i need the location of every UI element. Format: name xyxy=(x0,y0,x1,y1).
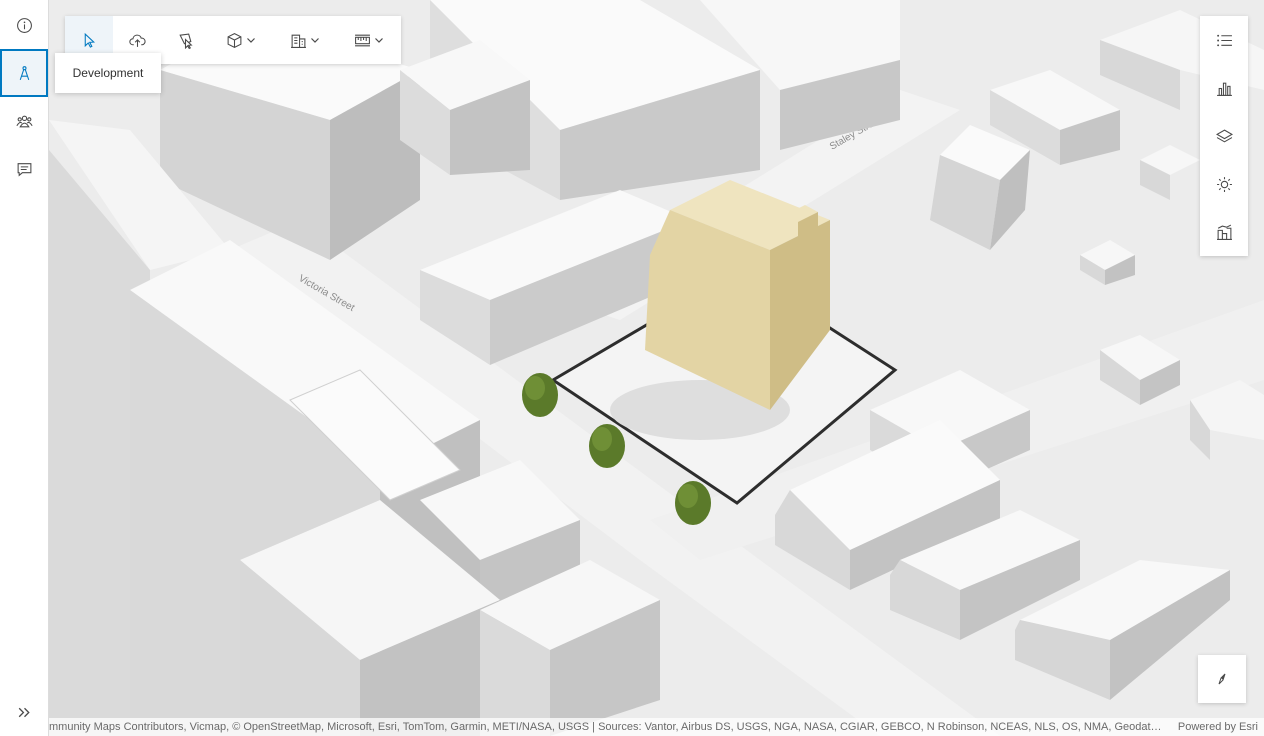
tree xyxy=(522,373,558,417)
create-volume-dropdown[interactable] xyxy=(209,16,273,64)
chevron-down-icon xyxy=(311,38,319,43)
cube-icon xyxy=(227,32,242,48)
scene-3d: Staley Street Victoria Street xyxy=(49,0,1264,736)
tree xyxy=(675,481,711,525)
measure-dropdown[interactable] xyxy=(337,16,401,64)
development-tooltip: Development xyxy=(55,53,161,93)
community-button[interactable] xyxy=(0,97,48,145)
expand-rail-button[interactable] xyxy=(0,688,48,736)
city-chart-icon xyxy=(1216,224,1232,240)
ruler-icon xyxy=(355,34,370,46)
list-icon xyxy=(1216,34,1232,46)
cloud-upload-icon xyxy=(128,34,146,47)
chevron-down-icon xyxy=(375,38,383,43)
right-action-bar xyxy=(1200,16,1248,256)
attribution-bar: mmunity Maps Contributors, Vicmap, © Ope… xyxy=(49,718,1264,736)
tree xyxy=(589,424,625,468)
draw-shape-tool-button[interactable] xyxy=(161,16,209,64)
scenario-button[interactable] xyxy=(1200,208,1248,256)
people-icon xyxy=(15,115,33,127)
cursor-arrow-icon xyxy=(84,32,95,48)
map-view[interactable]: Staley Street Victoria Street xyxy=(49,0,1264,736)
charts-button[interactable] xyxy=(1200,64,1248,112)
building-tools-dropdown[interactable] xyxy=(273,16,337,64)
compass-button[interactable] xyxy=(1198,655,1246,703)
info-icon xyxy=(16,17,32,33)
legend-button[interactable] xyxy=(1200,16,1248,64)
sun-icon xyxy=(1216,176,1232,192)
shape-cursor-icon xyxy=(178,33,193,49)
layers-button[interactable] xyxy=(1200,112,1248,160)
layers-icon xyxy=(1215,129,1233,142)
comment-icon xyxy=(17,162,31,176)
chevron-down-icon xyxy=(247,38,255,43)
daylight-button[interactable] xyxy=(1200,160,1248,208)
development-button[interactable] xyxy=(0,49,48,97)
bar-chart-icon xyxy=(1216,82,1232,96)
powered-by-link[interactable]: Powered by Esri xyxy=(1162,721,1264,733)
building-icon xyxy=(291,34,306,48)
double-chevron-right-icon xyxy=(18,707,30,717)
compass-drafting-icon xyxy=(19,65,29,80)
feedback-button[interactable] xyxy=(0,145,48,193)
info-button[interactable] xyxy=(0,1,48,49)
attribution-text[interactable]: mmunity Maps Contributors, Vicmap, © Ope… xyxy=(49,721,1162,733)
left-action-bar xyxy=(0,0,49,736)
compass-needle-icon xyxy=(1218,673,1226,685)
